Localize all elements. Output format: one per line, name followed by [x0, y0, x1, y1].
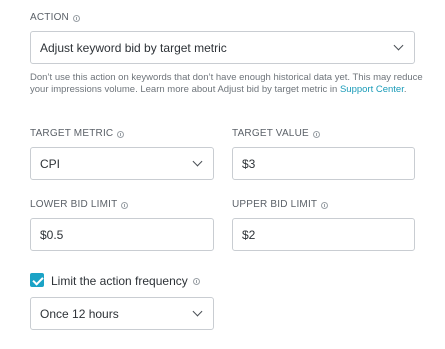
lower-bid-limit-label: LOWER BID LIMIT [30, 199, 129, 211]
lower-bid-limit-label-text: LOWER BID LIMIT [30, 199, 118, 210]
help-text-end: . [403, 84, 407, 95]
target-value-label-text: TARGET VALUE [232, 128, 309, 139]
action-select-value: Adjust keyword bid by target metric [40, 40, 227, 55]
limit-frequency-label[interactable]: Limit the action frequency [51, 274, 200, 288]
info-icon[interactable] [192, 277, 200, 285]
chevron-down-icon [192, 306, 203, 317]
lower-bid-limit-input[interactable]: $0.5 [30, 218, 214, 251]
info-icon[interactable] [321, 201, 329, 209]
info-icon[interactable] [117, 130, 125, 138]
support-center-link[interactable]: Support Center [340, 84, 404, 95]
upper-bid-limit-input[interactable]: $2 [232, 218, 415, 251]
upper-bid-limit-label: UPPER BID LIMIT [232, 199, 329, 211]
target-value-label: TARGET VALUE [232, 128, 320, 140]
target-metric-label-text: TARGET METRIC [30, 128, 114, 139]
limit-frequency-label-text: Limit the action frequency [51, 274, 188, 288]
upper-bid-limit-label-text: UPPER BID LIMIT [232, 199, 318, 210]
action-help-text: Don’t use this action on keywords that d… [30, 72, 425, 96]
target-metric-label: TARGET METRIC [30, 128, 125, 140]
chevron-down-icon [393, 40, 404, 51]
frequency-select[interactable]: Once 12 hours [30, 297, 214, 330]
info-icon[interactable] [121, 201, 129, 209]
upper-bid-limit-text: $2 [242, 227, 256, 242]
frequency-select-value: Once 12 hours [40, 306, 119, 321]
action-label: ACTION [30, 12, 80, 24]
info-icon[interactable] [72, 14, 80, 22]
limit-frequency-checkbox[interactable] [30, 273, 44, 287]
target-value-input[interactable]: $3 [232, 147, 415, 180]
chevron-down-icon [192, 156, 203, 167]
action-select[interactable]: Adjust keyword bid by target metric [30, 31, 415, 64]
target-metric-value: CPI [40, 156, 61, 171]
action-label-text: ACTION [30, 12, 69, 23]
target-value-text: $3 [242, 156, 256, 171]
target-metric-select[interactable]: CPI [30, 147, 214, 180]
info-icon[interactable] [312, 130, 320, 138]
lower-bid-limit-text: $0.5 [40, 227, 64, 242]
action-form: ACTION Adjust keyword bid by target metr… [0, 0, 445, 349]
